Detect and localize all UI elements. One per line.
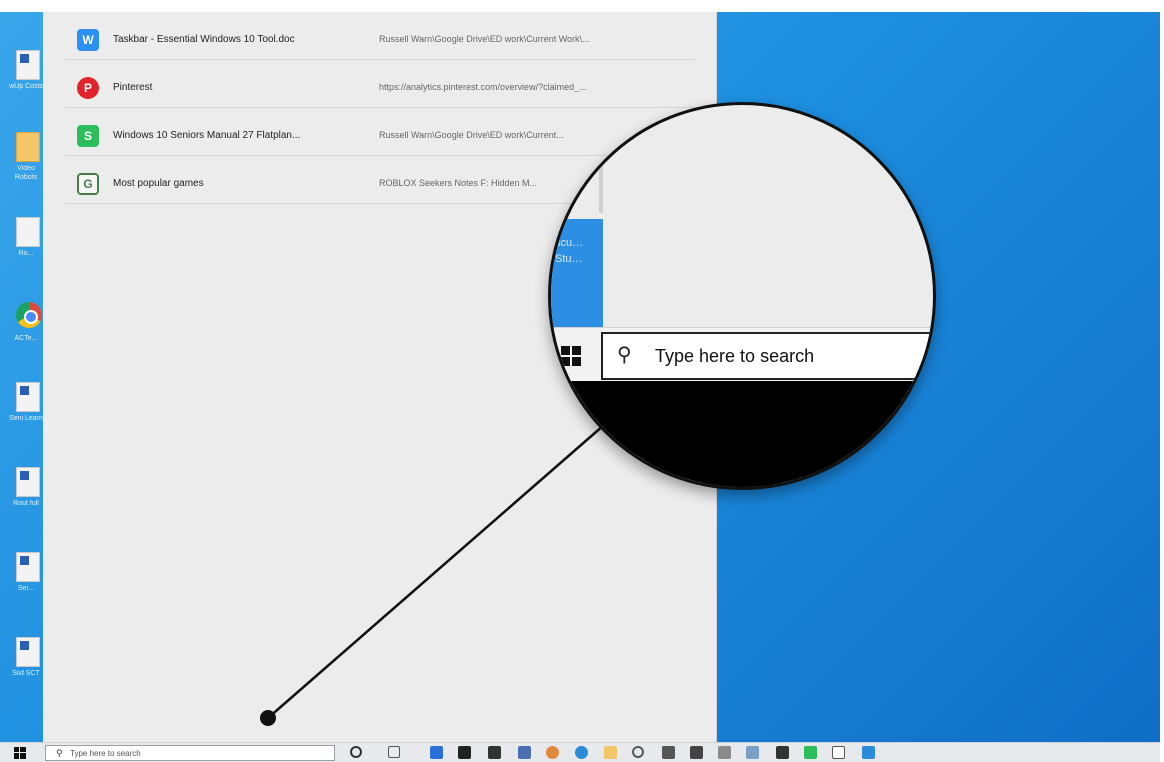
panel-edge	[599, 105, 603, 213]
search-icon: ⚲	[617, 344, 632, 366]
magnified-search-placeholder: Type here to search	[655, 346, 815, 366]
magnified-icon-label: scu… Stu…	[555, 237, 584, 265]
right-border	[1160, 0, 1164, 761]
magnified-taskbar-shadow	[551, 381, 933, 487]
windows-start-icon	[561, 346, 581, 366]
magnifier-callout: scu… Stu… ⚲ Type here to search	[548, 102, 936, 490]
magnified-search-box: ⚲ Type here to search	[601, 332, 933, 380]
magnified-taskbar: ⚲ Type here to search	[551, 327, 933, 382]
